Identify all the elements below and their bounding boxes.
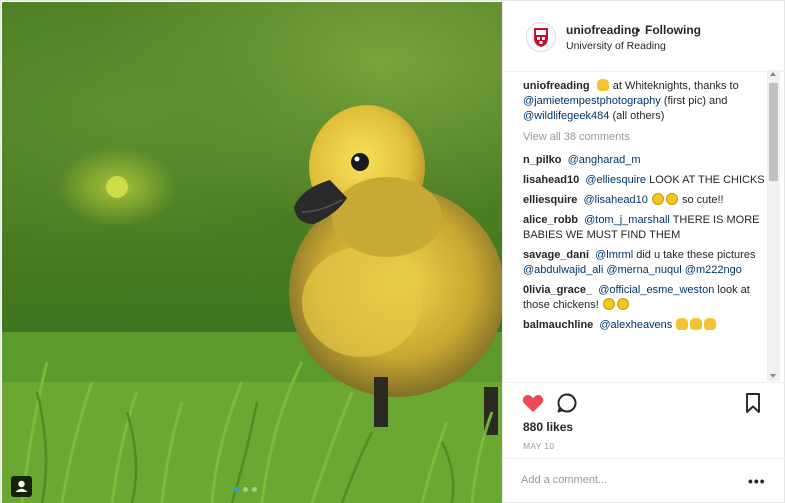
comment-text: LOOK AT THE CHICKS xyxy=(649,174,765,186)
view-all-comments-link[interactable]: View all 38 comments xyxy=(523,130,767,145)
comment-username[interactable]: lisahead10 xyxy=(523,174,579,186)
carousel-dots xyxy=(234,487,257,492)
mention-link[interactable]: @wildlifegeek484 xyxy=(523,110,609,122)
grinning-emoji xyxy=(602,298,615,310)
post-actions xyxy=(503,382,785,424)
header-username[interactable]: uniofreading xyxy=(566,23,639,37)
comment-item: elliesquire @lisahead10 so cute!! xyxy=(523,193,767,208)
mention-link[interactable]: @alexheavens xyxy=(599,319,672,331)
post-side-panel: uniofreading • Following University of R… xyxy=(502,2,785,503)
mention-link[interactable]: @elliesquire xyxy=(585,174,646,186)
comment-username[interactable]: alice_robb xyxy=(523,214,578,226)
comment-icon[interactable] xyxy=(555,391,579,415)
scrollbar-thumb[interactable] xyxy=(769,83,778,181)
bookmark-icon[interactable] xyxy=(741,391,765,415)
caption-text: at Whiteknights, thanks to xyxy=(612,80,739,92)
crying-emoji xyxy=(665,193,678,205)
gosling-emoji xyxy=(596,79,609,91)
carousel-dot[interactable] xyxy=(252,487,257,492)
add-comment-input[interactable] xyxy=(521,474,741,486)
comment-item: 0livia_grace_ @official_esme_weston look… xyxy=(523,283,767,313)
chick-emoji xyxy=(704,318,717,330)
comment-item: lisahead10 @elliesquire LOOK AT THE CHIC… xyxy=(523,173,767,188)
carousel-dot[interactable] xyxy=(243,487,248,492)
mention-link[interactable]: @tom_j_marshall xyxy=(584,214,670,226)
crying-emoji xyxy=(651,193,664,205)
comment-username[interactable]: savage_dani xyxy=(523,249,589,261)
caption-text: (first pic) and xyxy=(663,95,728,107)
mention-link[interactable]: @m222ngo xyxy=(685,264,742,276)
comment-item: balmauchline @alexheavens xyxy=(523,318,767,333)
heart-icon[interactable] xyxy=(521,391,545,415)
caption-username[interactable]: uniofreading xyxy=(523,80,590,92)
grinning-emoji xyxy=(616,298,629,310)
header-separator: • xyxy=(636,23,641,37)
add-comment-bar: ••• xyxy=(503,458,785,503)
comment-username[interactable]: 0livia_grace_ xyxy=(523,284,592,296)
post-date[interactable]: MAY 10 xyxy=(523,441,554,451)
comment-text: so cute!! xyxy=(682,194,724,206)
comment-item: savage_dani @lmrml did u take these pict… xyxy=(523,248,767,278)
comment-username[interactable]: balmauchline xyxy=(523,319,593,331)
location-link[interactable]: University of Reading xyxy=(566,40,666,52)
comment-username[interactable]: n_pilko xyxy=(523,154,562,166)
gosling-illustration xyxy=(2,105,502,503)
comment-item: n_pilko @angharad_m xyxy=(523,153,767,168)
user-tag-icon[interactable] xyxy=(11,476,32,497)
mention-link[interactable]: @abdulwajid_ali xyxy=(523,264,603,276)
comment-username[interactable]: elliesquire xyxy=(523,194,577,206)
mention-link[interactable]: @lisahead10 xyxy=(583,194,647,206)
chick-emoji xyxy=(676,318,689,330)
avatar[interactable] xyxy=(526,22,556,52)
university-crest-icon xyxy=(534,28,548,47)
scroll-up-arrow-icon[interactable] xyxy=(770,72,776,76)
caption: uniofreading at Whiteknights, thanks to … xyxy=(523,79,767,124)
mention-link[interactable]: @angharad_m xyxy=(568,154,641,166)
caption-text: (all others) xyxy=(612,110,665,122)
post-header: uniofreading • Following University of R… xyxy=(503,2,785,72)
comments-list[interactable]: uniofreading at Whiteknights, thanks to … xyxy=(523,79,767,379)
comment-item: alice_robb @tom_j_marshall THERE IS MORE… xyxy=(523,213,767,243)
comments-scrollbar[interactable] xyxy=(767,70,780,381)
mention-link[interactable]: @jamietempestphotography xyxy=(523,95,661,107)
comment-text: did u take these pictures xyxy=(636,249,756,261)
mention-link[interactable]: @merna_nuqul xyxy=(606,264,681,276)
carousel-dot-active[interactable] xyxy=(234,487,239,492)
scroll-down-arrow-icon[interactable] xyxy=(770,374,776,378)
more-options-icon[interactable]: ••• xyxy=(748,473,766,489)
chick-emoji xyxy=(690,318,703,330)
following-button[interactable]: Following xyxy=(645,23,701,37)
mention-link[interactable]: @official_esme_weston xyxy=(598,284,714,296)
mention-link[interactable]: @lmrml xyxy=(595,249,633,261)
post-photo[interactable] xyxy=(2,2,502,503)
likes-count[interactable]: 880 likes xyxy=(523,420,573,434)
instagram-post-window: uniofreading • Following University of R… xyxy=(0,0,785,503)
